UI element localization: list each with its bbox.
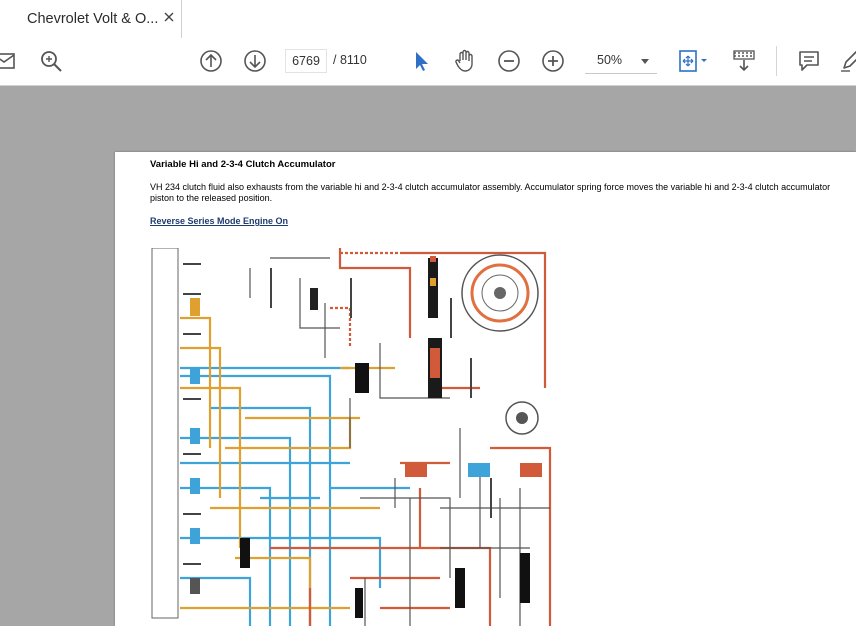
section-heading: Variable Hi and 2-3-4 Clutch Accumulator (150, 159, 336, 170)
page-count: / 8110 (333, 53, 367, 67)
hand-tool-icon[interactable] (452, 48, 478, 74)
tab-title: Chevrolet Volt & O... (27, 11, 159, 27)
document-page: Variable Hi and 2-3-4 Clutch Accumulator… (115, 152, 856, 626)
reverse-series-mode-link[interactable]: Reverse Series Mode Engine On (150, 216, 288, 226)
chevron-down-icon (641, 59, 649, 64)
select-tool-icon[interactable] (408, 48, 434, 74)
tab-strip: Chevrolet Volt & O... (0, 0, 856, 39)
email-icon[interactable] (0, 48, 18, 74)
sign-icon[interactable] (838, 48, 856, 74)
comment-icon[interactable] (796, 48, 822, 74)
search-icon[interactable] (38, 48, 64, 74)
toolbar: / 8110 50% (0, 38, 856, 86)
zoom-select[interactable]: 50% (585, 49, 657, 74)
toolbar-divider (776, 46, 777, 76)
zoom-out-icon[interactable] (496, 48, 522, 74)
document-viewer[interactable]: Variable Hi and 2-3-4 Clutch Accumulator… (0, 86, 856, 626)
zoom-value: 50% (597, 53, 623, 67)
section-body: VH 234 clutch fluid also exhausts from t… (150, 182, 831, 203)
hydraulic-circuit-diagram (151, 248, 552, 626)
scroll-mode-icon[interactable] (731, 48, 757, 74)
close-icon[interactable] (162, 10, 176, 24)
next-page-icon[interactable] (242, 48, 268, 74)
fit-page-icon[interactable] (676, 48, 710, 74)
zoom-in-icon[interactable] (540, 48, 566, 74)
document-tab[interactable]: Chevrolet Volt & O... (0, 0, 182, 38)
page-number-input[interactable] (285, 49, 327, 73)
previous-page-icon[interactable] (198, 48, 224, 74)
